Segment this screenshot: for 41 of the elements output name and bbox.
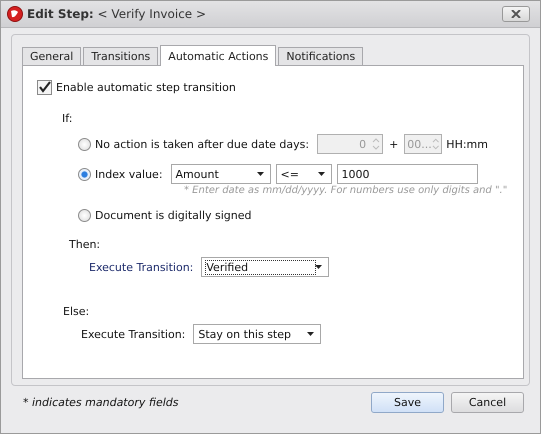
transition-dropdown[interactable]: Stay on this step	[193, 324, 322, 344]
tab[interactable]: Transitions	[83, 47, 158, 65]
transition-dropdown[interactable]: Verified	[201, 257, 330, 277]
spinner-arrows-icon	[432, 136, 440, 152]
dropdown-arrow-icon	[318, 172, 325, 176]
field-label: Execute Transition:	[89, 260, 194, 274]
radio-label: Document is digitally signed	[95, 208, 252, 222]
tab[interactable]: Automatic Actions	[160, 45, 276, 66]
tab[interactable]: General	[22, 47, 82, 65]
index-value-input[interactable]: 1000	[336, 164, 478, 184]
radio-button[interactable]	[78, 208, 91, 222]
spinner-value: 0	[358, 138, 368, 150]
time-unit-label: HH:mm	[446, 138, 488, 150]
dropdown-arrow-icon	[256, 172, 264, 176]
checkbox-label: Enable automatic step transition	[56, 81, 236, 94]
section-label: Then:	[69, 238, 102, 251]
field-label: Execute Transition:	[81, 328, 186, 340]
dialog-button[interactable]: Save	[371, 392, 444, 413]
dropdown-arrow-icon	[315, 265, 322, 269]
radio-label: No action is taken after due date days:	[95, 138, 310, 150]
radio-button[interactable]	[78, 138, 91, 150]
section-label: Else:	[63, 305, 90, 318]
close-icon	[511, 10, 521, 18]
mandatory-note: * indicates mandatory fields	[23, 396, 179, 409]
radio-label: Index value:	[95, 168, 163, 180]
window-title: Edit Step: < Verify Invoice >	[27, 7, 208, 21]
index-field-dropdown[interactable]: Amount	[170, 164, 271, 184]
tab[interactable]: Notifications	[278, 47, 364, 65]
checkbox[interactable]	[37, 80, 52, 95]
radio-button[interactable]	[78, 168, 91, 180]
close-button[interactable]	[502, 6, 530, 22]
spinner-arrows-icon	[372, 136, 380, 152]
plus-sign: +	[389, 138, 398, 150]
operator-dropdown[interactable]: <=	[276, 164, 332, 184]
section-label: If:	[62, 112, 74, 125]
dropdown-arrow-icon	[307, 332, 314, 336]
hint-text: * Enter date as mm/dd/yyyy. For numbers use only digits and "."	[184, 185, 508, 196]
check-icon	[38, 81, 51, 94]
dialog-button[interactable]: Cancel	[451, 392, 524, 413]
spinner-value: 00...	[407, 138, 432, 150]
app-logo-icon	[7, 6, 23, 22]
